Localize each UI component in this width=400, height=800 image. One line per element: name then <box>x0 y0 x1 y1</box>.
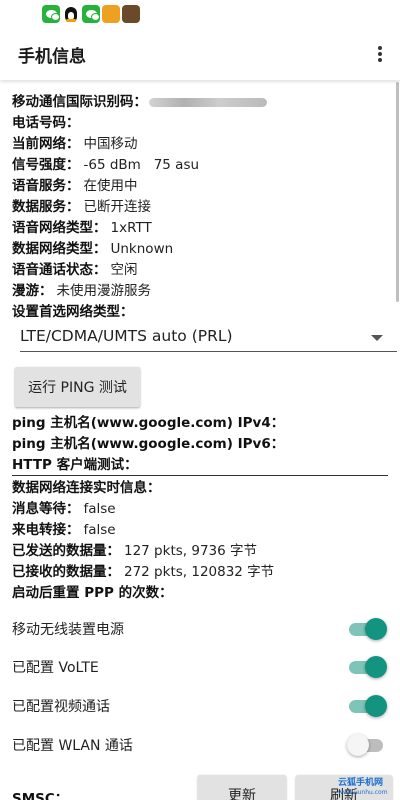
network-label: 当前网络： <box>12 136 80 152</box>
ping-ipv4-label: ping 主机名(www.google.com) IPv4： <box>12 415 285 431</box>
preferred-network-label: 设置首选网络类型： <box>12 304 134 320</box>
call-forward-label: 来电转接： <box>12 522 80 538</box>
video-call-label: 已配置视频通话 <box>12 699 110 715</box>
qq-icon <box>62 5 80 23</box>
watermark-url: www.yunhu.com <box>338 789 388 796</box>
signal-value: -65 dBm 75 asu <box>83 157 200 173</box>
video-call-toggle[interactable] <box>349 695 387 717</box>
volte-toggle[interactable] <box>349 656 387 678</box>
wlan-call-label: 已配置 WLAN 通话 <box>12 738 133 754</box>
data-service-row: 数据服务： 已断开连接 <box>12 197 151 217</box>
ppp-reset-row: 启动后重置 PPP 的次数： <box>12 583 173 603</box>
phone-number-row: 电话号码： <box>12 113 80 133</box>
data-service-label: 数据服务： <box>12 199 80 215</box>
realtime-info-row: 数据网络连接实时信息： <box>12 478 161 498</box>
roaming-row: 漫游： 未使用漫游服务 <box>12 281 151 301</box>
wechat-icon <box>42 5 60 23</box>
call-state-label: 语音通话状态： <box>12 262 107 278</box>
http-test-row: HTTP 客户端测试： <box>12 455 138 475</box>
scrollbar[interactable] <box>396 82 399 302</box>
volte-label: 已配置 VoLTE <box>12 660 99 676</box>
realtime-info-label: 数据网络连接实时信息： <box>12 480 161 496</box>
dropdown-arrow-icon <box>371 335 383 341</box>
photo-icon <box>122 5 140 23</box>
update-button[interactable]: 更新 <box>198 775 286 800</box>
roaming-label: 漫游： <box>12 283 53 299</box>
ping-ipv6-row: ping 主机名(www.google.com) IPv6： <box>12 434 284 454</box>
voice-network-type-value: 1xRTT <box>110 220 152 236</box>
status-bar <box>0 0 400 28</box>
http-test-label: HTTP 客户端测试： <box>12 457 138 473</box>
voice-service-row: 语音服务： 在使用中 <box>12 176 138 196</box>
received-data-value: 272 pkts, 120832 字节 <box>124 564 275 580</box>
sent-data-row: 已发送的数据量： 127 pkts, 9736 字节 <box>12 541 257 561</box>
data-network-type-row: 数据网络类型： Unknown <box>12 239 173 259</box>
radio-power-label: 移动无线装置电源 <box>12 622 124 638</box>
received-data-label: 已接收的数据量： <box>12 564 120 580</box>
network-value: 中国移动 <box>83 136 138 152</box>
msg-waiting-row: 消息等待： false <box>12 499 116 519</box>
ppp-reset-label: 启动后重置 PPP 的次数： <box>12 585 173 601</box>
more-vert-icon[interactable] <box>376 44 384 64</box>
preferred-network-select[interactable]: LTE/CDMA/UMTS auto (PRL) <box>20 324 397 352</box>
imei-redacted <box>149 97 267 107</box>
data-service-value: 已断开连接 <box>83 199 152 215</box>
call-state-row: 语音通话状态： 空闲 <box>12 260 138 280</box>
radio-power-row[interactable]: 移动无线装置电源 <box>12 610 392 648</box>
call-forward-value: false <box>83 522 116 538</box>
call-state-value: 空闲 <box>110 262 138 278</box>
watermark-logo: 云狐手机网 www.yunhu.com <box>338 778 398 798</box>
divider <box>12 475 388 476</box>
game-icon <box>102 5 120 23</box>
msg-waiting-value: false <box>83 501 116 517</box>
wlan-call-toggle[interactable] <box>347 734 385 756</box>
voice-network-type-label: 语音网络类型： <box>12 220 107 236</box>
wlan-call-row[interactable]: 已配置 WLAN 通话 <box>12 726 392 764</box>
smsc-label: SMSC： <box>12 791 69 800</box>
app-bar: 手机信息 <box>0 28 400 80</box>
msg-waiting-label: 消息等待： <box>12 501 80 517</box>
volte-row[interactable]: 已配置 VoLTE <box>12 648 392 686</box>
imei-label: 移动通信国际识别码： <box>12 94 147 110</box>
video-call-row[interactable]: 已配置视频通话 <box>12 687 392 725</box>
phone-number-label: 电话号码： <box>12 115 80 131</box>
imei-row: 移动通信国际识别码： <box>12 92 267 112</box>
received-data-row: 已接收的数据量： 272 pkts, 120832 字节 <box>12 562 274 582</box>
radio-power-toggle[interactable] <box>349 618 387 640</box>
data-network-type-value: Unknown <box>110 241 174 257</box>
page-title: 手机信息 <box>18 47 86 67</box>
voice-service-label: 语音服务： <box>12 178 80 194</box>
wechat-icon <box>82 5 100 23</box>
preferred-network-row: 设置首选网络类型： <box>12 302 134 322</box>
voice-network-type-row: 语音网络类型： 1xRTT <box>12 218 152 238</box>
preferred-network-value: LTE/CDMA/UMTS auto (PRL) <box>20 327 233 345</box>
signal-label: 信号强度： <box>12 157 80 173</box>
call-forward-row: 来电转接： false <box>12 520 116 540</box>
watermark-name: 云狐手机网 <box>338 778 384 788</box>
ping-ipv6-label: ping 主机名(www.google.com) IPv6： <box>12 436 285 452</box>
signal-row: 信号强度： -65 dBm 75 asu <box>12 155 199 175</box>
network-row: 当前网络： 中国移动 <box>12 134 138 154</box>
sent-data-label: 已发送的数据量： <box>12 543 120 559</box>
roaming-value: 未使用漫游服务 <box>56 283 152 299</box>
voice-service-value: 在使用中 <box>83 178 138 194</box>
data-network-type-label: 数据网络类型： <box>12 241 107 257</box>
run-ping-button[interactable]: 运行 PING 测试 <box>15 367 140 407</box>
sent-data-value: 127 pkts, 9736 字节 <box>124 543 258 559</box>
ping-ipv4-row: ping 主机名(www.google.com) IPv4： <box>12 413 284 433</box>
